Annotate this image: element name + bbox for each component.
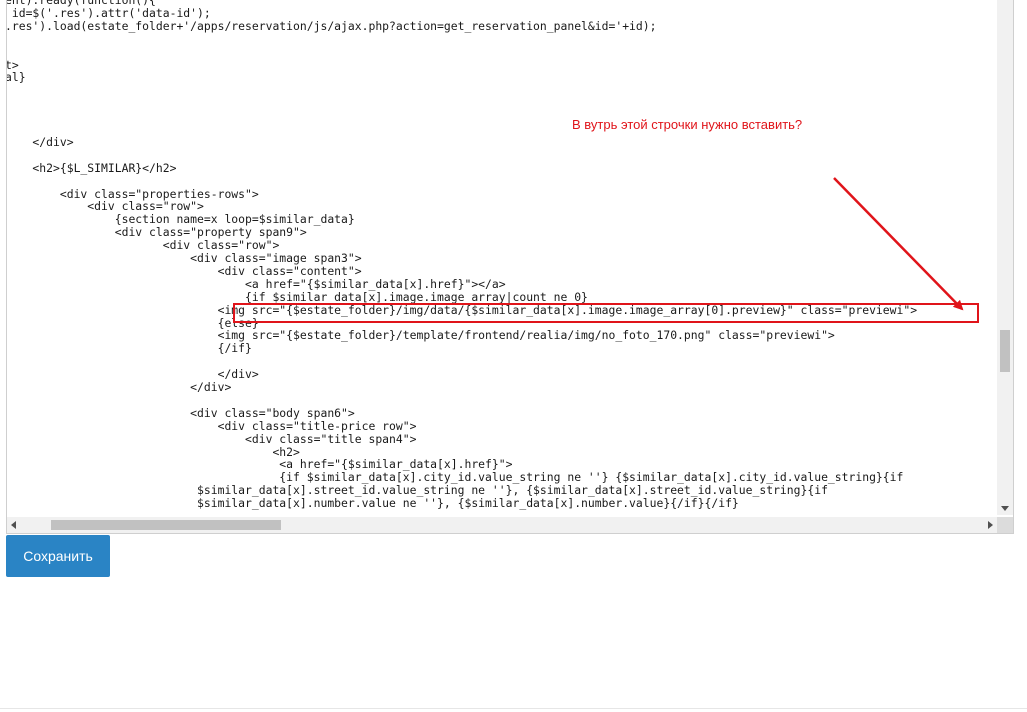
code-line: <div class="title-price row"> (7, 418, 417, 433)
vertical-scrollbar[interactable] (997, 0, 1013, 515)
annotation-note: В вутрь этой строчки нужно вставить? (572, 117, 803, 132)
code-editor[interactable]: ent).ready(function(){ id=$('.res').attr… (6, 0, 1014, 534)
code-line: <div class="content"> (7, 263, 362, 278)
code-line: </div> (7, 134, 74, 149)
code-line: id=$('.res').attr('data-id'); (7, 5, 211, 20)
code-area[interactable]: ent).ready(function(){ id=$('.res').attr… (7, 0, 997, 515)
annotation-highlight-box (233, 303, 979, 323)
scroll-right-arrow-icon[interactable] (988, 521, 993, 529)
scroll-left-arrow-icon[interactable] (11, 521, 16, 529)
code-line: <a href="{$similar_data[x].href}"></a> (7, 276, 506, 291)
code-line: <div class="body span6"> (7, 405, 355, 420)
code-line: al} (7, 70, 26, 85)
page: ent).ready(function(){ id=$('.res').attr… (0, 0, 1027, 712)
code-line: <h2>{$L_SIMILAR}</h2> (7, 160, 177, 175)
code-line: $similar_data[x].number.value ne ''}, {$… (7, 496, 739, 511)
code-line: .res').load(estate_folder+'/apps/reserva… (7, 18, 657, 33)
horizontal-scrollbar[interactable] (7, 517, 997, 533)
horizontal-scroll-thumb[interactable] (51, 520, 281, 530)
save-button[interactable]: Сохранить (6, 535, 110, 577)
code-line: <div class="title span4"> (7, 431, 417, 446)
code-line: {if $similar_data[x].image.image_array|c… (7, 289, 588, 304)
scrollbar-corner (997, 517, 1013, 533)
scroll-down-arrow-icon[interactable] (1001, 506, 1009, 511)
divider (0, 708, 1027, 709)
vertical-scroll-thumb[interactable] (1000, 330, 1010, 372)
code-line: </div> (7, 380, 232, 394)
code-line: {/if} (7, 341, 252, 356)
